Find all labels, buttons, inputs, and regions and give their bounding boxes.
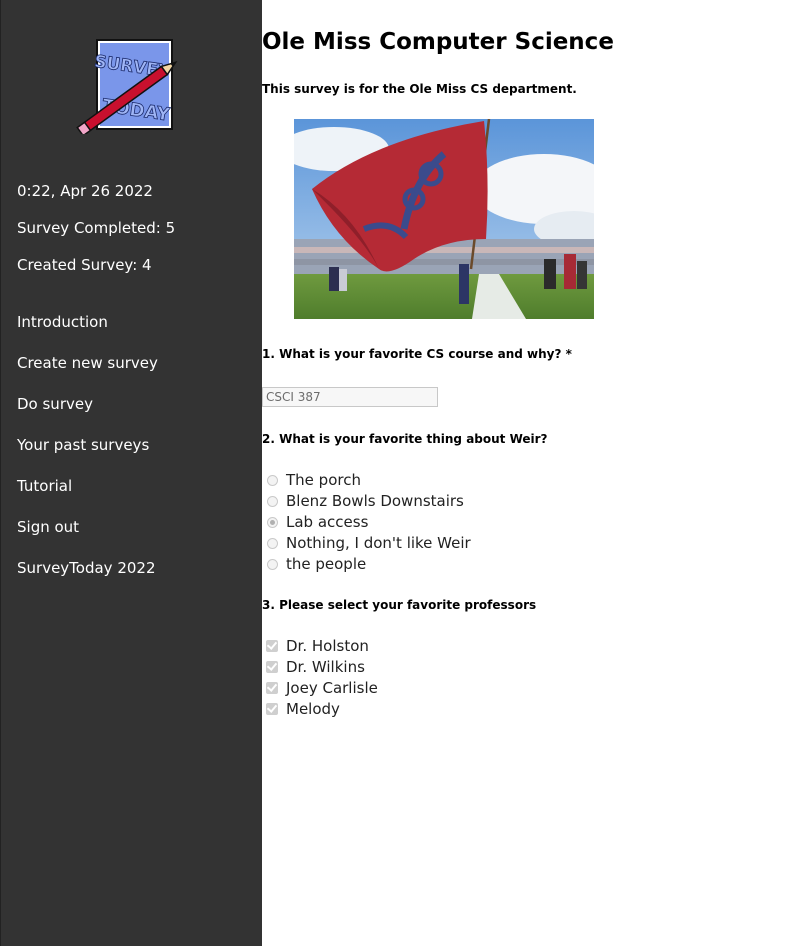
survey-today-logo[interactable]: SURVEY TODAY	[74, 38, 192, 137]
radio-option-nothing[interactable]: Nothing, I don't like Weir	[262, 533, 471, 553]
nav-create-new-survey[interactable]: Create new survey	[17, 354, 158, 372]
survey-title: Ole Miss Computer Science	[262, 29, 614, 55]
checkbox-option-joey-carlisle[interactable]: Joey Carlisle	[262, 678, 378, 698]
radio-option-label: Nothing, I don't like Weir	[286, 534, 471, 552]
nav-do-survey[interactable]: Do survey	[17, 395, 93, 413]
nav-tutorial[interactable]: Tutorial	[17, 477, 72, 495]
radio-option-the-porch[interactable]: The porch	[262, 470, 361, 490]
ole-miss-flag-photo	[279, 118, 614, 319]
radio-button-selected[interactable]	[267, 516, 278, 528]
checkbox-option-melody[interactable]: Melody	[262, 699, 340, 719]
checkbox-checked[interactable]	[266, 640, 278, 652]
nav-introduction[interactable]: Introduction	[17, 313, 108, 331]
radio-button[interactable]	[267, 495, 278, 507]
radio-option-label: Blenz Bowls Downstairs	[286, 492, 464, 510]
checkbox-option-label: Dr. Wilkins	[286, 658, 365, 676]
checkbox-option-label: Dr. Holston	[286, 637, 369, 655]
radio-option-label: Lab access	[286, 513, 369, 531]
radio-button[interactable]	[267, 537, 278, 549]
radio-option-the-people[interactable]: the people	[262, 554, 366, 574]
nav-surveytoday-home[interactable]: SurveyToday 2022	[17, 559, 156, 577]
checkbox-option-label: Joey Carlisle	[286, 679, 378, 697]
checkbox-option-dr-holston[interactable]: Dr. Holston	[262, 636, 369, 656]
survey-form: Ole Miss Computer Science This survey is…	[262, 0, 796, 946]
checkbox-option-dr-wilkins[interactable]: Dr. Wilkins	[262, 657, 365, 677]
question-2-label: 2. What is your favorite thing about Wei…	[262, 432, 548, 446]
survey-description: This survey is for the Ole Miss CS depar…	[262, 82, 577, 96]
sidebar: SURVEY TODAY 0:22, Apr 26 2022 Survey Co…	[0, 0, 262, 946]
radio-option-blenz-bowls[interactable]: Blenz Bowls Downstairs	[262, 491, 464, 511]
checkbox-checked[interactable]	[266, 682, 278, 694]
checkbox-checked[interactable]	[266, 703, 278, 715]
checkbox-checked[interactable]	[266, 661, 278, 673]
checkbox-option-label: Melody	[286, 700, 340, 718]
question-3-label: 3. Please select your favorite professor…	[262, 598, 537, 612]
radio-option-lab-access[interactable]: Lab access	[262, 512, 368, 532]
hero-image	[279, 118, 614, 319]
surveys-completed-count: Survey Completed: 5	[17, 219, 176, 237]
nav-sign-out[interactable]: Sign out	[17, 518, 79, 536]
radio-option-label: The porch	[286, 471, 361, 489]
radio-button[interactable]	[267, 474, 278, 486]
current-datetime: 0:22, Apr 26 2022	[17, 182, 153, 200]
radio-option-label: the people	[286, 555, 367, 573]
question-1-label: 1. What is your favorite CS course and w…	[262, 347, 572, 361]
surveys-created-count: Created Survey: 4	[17, 256, 152, 274]
survey-today-logo-icon: SURVEY TODAY	[76, 39, 178, 137]
radio-button[interactable]	[267, 558, 278, 570]
nav-your-past-surveys[interactable]: Your past surveys	[17, 436, 149, 454]
question-1-answer-input[interactable]	[262, 387, 438, 407]
